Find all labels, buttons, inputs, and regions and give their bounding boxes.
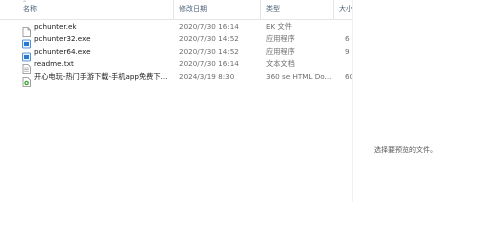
preview-pane: 选择要预览的文件。 bbox=[353, 0, 500, 202]
file-size: 60 bbox=[345, 71, 352, 81]
file-modified-date: 2020/7/30 14:52 bbox=[179, 46, 239, 56]
text-file-icon bbox=[22, 59, 31, 75]
file-size: 9 bbox=[345, 46, 350, 56]
file-modified-date: 2024/3/19 8:30 bbox=[179, 71, 235, 81]
blank-file-icon bbox=[22, 22, 31, 37]
file-size bbox=[345, 58, 352, 70]
column-header-name[interactable]: 名称 bbox=[23, 3, 37, 16]
file-row[interactable]: 开心电玩-热门手游下载-手机app免费下... 2024/3/19 8:30 360… bbox=[0, 71, 352, 87]
file-type: EK 文件 bbox=[266, 22, 292, 31]
column-header-type[interactable]: 类型 bbox=[266, 3, 280, 16]
file-size bbox=[345, 21, 352, 33]
file-modified-date: 2020/7/30 14:52 bbox=[179, 34, 239, 44]
file-row[interactable]: readme.txt 2020/7/30 16:14 文本文档 bbox=[0, 58, 352, 75]
file-list-pane: ⌃ 名称 修改日期 类型 大小 pchunter.ek 2020/7/30 16:… bbox=[0, 0, 352, 202]
column-header-row: ⌃ 名称 修改日期 类型 大小 bbox=[0, 0, 352, 20]
html-file-icon bbox=[22, 72, 31, 87]
file-modified-date: 2020/7/30 16:14 bbox=[179, 22, 239, 31]
file-type: 应用程序 bbox=[266, 46, 295, 56]
file-name: pchunter.ek bbox=[34, 22, 77, 31]
column-header-size[interactable]: 大小 bbox=[339, 3, 352, 16]
file-name: readme.txt bbox=[34, 59, 74, 69]
file-name: pchunter64.exe bbox=[34, 46, 91, 56]
file-size: 6 bbox=[345, 34, 350, 44]
exe-file-icon bbox=[22, 47, 31, 62]
file-row[interactable]: pchunter64.exe 2020/7/30 14:52 应用程序 9 bbox=[0, 46, 352, 62]
file-row[interactable]: pchunter32.exe 2020/7/30 14:52 应用程序 6 bbox=[0, 33, 352, 49]
file-explorer-window: ⌃ 名称 修改日期 类型 大小 pchunter.ek 2020/7/30 16:… bbox=[0, 0, 500, 202]
preview-message: 选择要预览的文件。 bbox=[374, 146, 437, 154]
file-type: 文本文档 bbox=[266, 59, 295, 69]
file-modified-date: 2020/7/30 16:14 bbox=[179, 59, 239, 69]
file-name: pchunter32.exe bbox=[34, 34, 91, 44]
file-name: 开心电玩-热门手游下载-手机app免费下... bbox=[34, 71, 168, 81]
column-divider[interactable] bbox=[260, 0, 261, 19]
file-type: 360 se HTML Do... bbox=[266, 71, 332, 81]
column-header-date[interactable]: 修改日期 bbox=[179, 3, 207, 16]
exe-file-icon bbox=[22, 34, 31, 49]
column-divider[interactable] bbox=[173, 0, 174, 19]
file-type: 应用程序 bbox=[266, 34, 295, 44]
column-divider[interactable] bbox=[333, 0, 334, 19]
file-row[interactable]: pchunter.ek 2020/7/30 16:14 EK 文件 bbox=[0, 21, 352, 37]
